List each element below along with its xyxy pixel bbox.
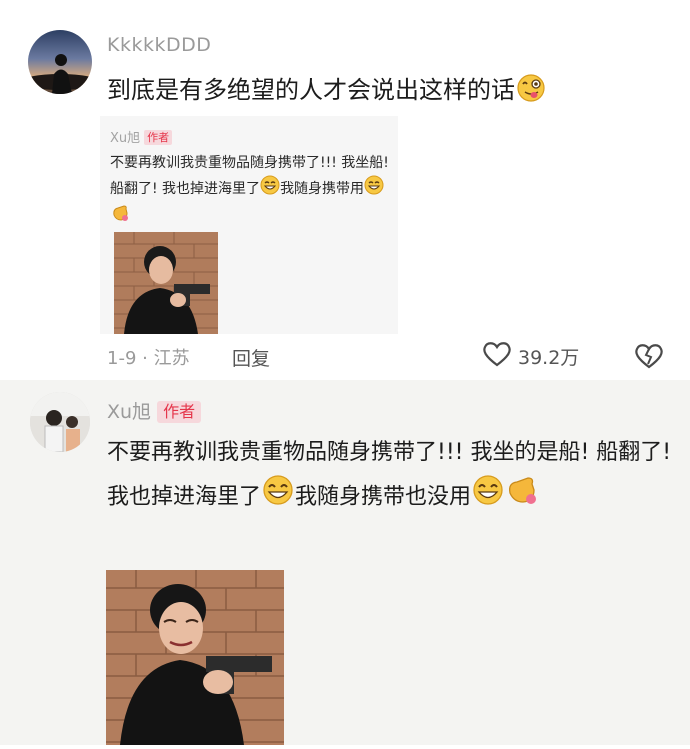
- author-badge: 作者: [144, 130, 173, 145]
- tongue-face-emoji-icon: [515, 73, 549, 109]
- avatar[interactable]: [28, 30, 92, 94]
- quote-text: 不要再教训我贵重物品随身携带了!!! 我坐船! 船翻了! 我也掉进海里了 我随身…: [110, 151, 392, 231]
- grin-emoji-icon: [260, 175, 280, 203]
- broken-heart-icon: [634, 344, 664, 374]
- comment-thread: KkkkkDDD 到底是有多绝望的人才会说出这样的话 Xu旭 作者 不要再教训我贵…: [0, 0, 690, 745]
- comment-meta: 1-9 · 江苏: [107, 348, 190, 369]
- gif-image[interactable]: [106, 570, 284, 745]
- comment-item: Xu旭 作者 不要再教训我贵重物品随身携带了!!! 我坐的是船! 船翻了! 我也掉…: [0, 380, 690, 745]
- comment-text: 不要再教训我贵重物品随身携带了!!! 我坐的是船! 船翻了! 我也掉进海里了 我…: [107, 432, 677, 521]
- grin-emoji-icon: [364, 175, 384, 203]
- reply-button[interactable]: 回复: [232, 344, 270, 371]
- comment-text: 到底是有多绝望的人才会说出这样的话: [107, 70, 549, 109]
- like-count: 39.2万: [518, 347, 580, 369]
- gif-thumbnail[interactable]: [114, 232, 218, 334]
- waving-hand-emoji-icon: [505, 474, 539, 521]
- quoted-comment[interactable]: Xu旭 作者 不要再教训我贵重物品随身携带了!!! 我坐船! 船翻了! 我也掉进海…: [100, 116, 398, 334]
- dislike-button[interactable]: [634, 342, 664, 374]
- username[interactable]: KkkkkDDD: [107, 34, 211, 56]
- quote-username: Xu旭 作者: [110, 127, 173, 146]
- comment-item: KkkkkDDD 到底是有多绝望的人才会说出这样的话 Xu旭 作者 不要再教训我贵…: [0, 0, 690, 380]
- like-button[interactable]: 39.2万: [482, 341, 579, 372]
- username: Xu旭 作者: [107, 397, 202, 424]
- heart-outline-icon: [482, 341, 512, 372]
- avatar[interactable]: [30, 392, 90, 452]
- grin-emoji-icon: [261, 474, 295, 521]
- author-badge: 作者: [157, 401, 202, 423]
- waving-hand-emoji-icon: [110, 203, 130, 231]
- grin-emoji-icon: [471, 474, 505, 521]
